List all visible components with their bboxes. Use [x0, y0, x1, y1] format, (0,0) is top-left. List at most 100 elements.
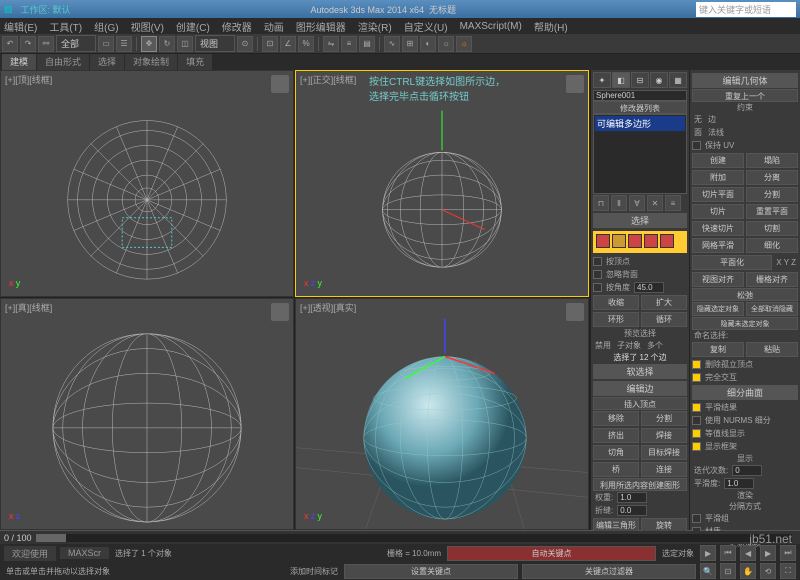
show-cage-check[interactable] — [692, 442, 701, 451]
soft-sel-header[interactable]: 软选择 — [593, 364, 687, 379]
redo-icon[interactable]: ↷ — [20, 36, 36, 52]
viewport-top[interactable]: [+][顶][线框] x y — [0, 70, 294, 297]
zoom-icon[interactable]: 🔍 — [700, 563, 716, 579]
paste-button[interactable]: 粘贴 — [746, 342, 798, 357]
element-mode-icon[interactable] — [660, 234, 674, 248]
keyfilter-button[interactable]: 关键点过滤器 — [522, 564, 696, 579]
reset-plane-button[interactable]: 重置平面 — [746, 204, 798, 219]
loop-button[interactable]: 循环 — [641, 312, 687, 327]
vertex-mode-icon[interactable] — [596, 234, 610, 248]
smooth-spinner[interactable]: 1.0 — [724, 478, 754, 489]
pin-stack-icon[interactable]: ⊓ — [593, 195, 609, 211]
config-icon[interactable]: ≡ — [665, 195, 681, 211]
menu-animation[interactable]: 动画 — [264, 19, 284, 34]
border-mode-icon[interactable] — [628, 234, 642, 248]
split2-button[interactable]: 分割 — [746, 187, 798, 202]
menu-modifiers[interactable]: 修改器 — [222, 19, 252, 34]
selection-filter-dropdown[interactable]: 全部 — [56, 35, 96, 52]
menu-tools[interactable]: 工具(T) — [49, 19, 82, 34]
insert-vertex-button[interactable]: 插入顶点 — [593, 397, 687, 410]
render-icon[interactable]: ☼ — [456, 36, 472, 52]
by-angle-check[interactable] — [593, 283, 602, 292]
angle-snap-icon[interactable]: ∠ — [280, 36, 296, 52]
full-interact-check[interactable] — [692, 373, 701, 382]
grow-button[interactable]: 扩大 — [641, 295, 687, 310]
crease-spinner[interactable]: 0.0 — [617, 505, 647, 516]
refcoord-dropdown[interactable]: 视图 — [195, 35, 235, 52]
create-button[interactable]: 创建 — [692, 153, 744, 168]
by-vertex-check[interactable] — [593, 257, 602, 266]
maxscript-tab[interactable]: MAXScr — [60, 547, 109, 559]
target-weld-button[interactable]: 目标焊接 — [641, 445, 687, 460]
select-name-icon[interactable]: ☰ — [116, 36, 132, 52]
layer-icon[interactable]: ▤ — [359, 36, 375, 52]
menu-help[interactable]: 帮助(H) — [534, 19, 568, 34]
quickslice-button[interactable]: 快速切片 — [692, 221, 744, 236]
menu-edit[interactable]: 编辑(E) — [4, 19, 37, 34]
time-tag[interactable]: 添加时间标记 — [288, 566, 340, 577]
relax-button[interactable]: 松弛 — [692, 288, 798, 301]
unique-icon[interactable]: ∀ — [629, 195, 645, 211]
tab-populate[interactable]: 填充 — [178, 54, 212, 70]
tab-create-icon[interactable]: ✦ — [593, 72, 611, 88]
subdiv-header[interactable]: 细分曲面 — [692, 385, 798, 400]
tab-hierarchy-icon[interactable]: ⊟ — [631, 72, 649, 88]
smooth-result-check[interactable] — [692, 403, 701, 412]
extrude-button[interactable]: 挤出 — [593, 428, 639, 443]
pivot-icon[interactable]: ⊙ — [237, 36, 253, 52]
viewport-front[interactable]: [+][真][线框] x z — [0, 298, 294, 530]
weld-button[interactable]: 焊接 — [641, 428, 687, 443]
orbit-icon[interactable]: ⟲ — [760, 563, 776, 579]
unhide-all-button[interactable]: 全部取消隐藏 — [746, 302, 798, 316]
iter-spinner[interactable]: 0 — [732, 465, 762, 476]
split-button[interactable]: 分割 — [641, 411, 687, 426]
smooth-groups-check[interactable] — [692, 514, 701, 523]
tab-freeform[interactable]: 自由形式 — [37, 54, 89, 70]
modifier-stack[interactable]: 可编辑多边形 — [593, 114, 687, 194]
search-input[interactable]: 键入关键字或短语 — [696, 2, 796, 17]
edit-edges-header[interactable]: 编辑边 — [593, 381, 687, 396]
attach-button[interactable]: 附加 — [692, 170, 744, 185]
link-icon[interactable]: ⚯ — [38, 36, 54, 52]
time-slider[interactable] — [36, 534, 792, 542]
menu-customize[interactable]: 自定义(U) — [404, 19, 448, 34]
material-editor-icon[interactable]: ◐ — [420, 36, 436, 52]
menu-view[interactable]: 视图(V) — [131, 19, 164, 34]
timeline[interactable]: 0 / 100 — [0, 531, 800, 544]
zoom-all-icon[interactable]: ⊡ — [720, 563, 736, 579]
edit-geo-header[interactable]: 编辑几何体 — [692, 73, 798, 88]
menu-render[interactable]: 渲染(R) — [358, 19, 392, 34]
goto-end-icon[interactable]: ⏭ — [780, 545, 796, 561]
hide-sel-button[interactable]: 隐藏选定对象 — [692, 302, 744, 316]
selection-rollout-header[interactable]: 选择 — [593, 213, 687, 228]
bridge-button[interactable]: 桥 — [593, 462, 639, 477]
poly-mode-icon[interactable] — [644, 234, 658, 248]
menu-create[interactable]: 创建(C) — [176, 19, 210, 34]
grid-align-button[interactable]: 栅格对齐 — [746, 272, 798, 287]
autokey-button[interactable]: 自动关键点 — [447, 546, 656, 561]
render-setup-icon[interactable]: ☼ — [438, 36, 454, 52]
mirror-icon[interactable]: ⇋ — [323, 36, 339, 52]
stack-editable-poly[interactable]: 可编辑多边形 — [595, 116, 685, 131]
del-iso-check[interactable] — [692, 360, 701, 369]
ignore-backface-check[interactable] — [593, 270, 602, 279]
angle-spinner[interactable]: 45.0 — [634, 282, 664, 293]
xyz-buttons[interactable]: X Y Z — [774, 258, 798, 267]
view-align-button[interactable]: 视图对齐 — [692, 272, 744, 287]
nurms-check[interactable] — [692, 416, 701, 425]
modifier-list-dropdown[interactable]: 修改器列表 — [593, 101, 687, 114]
chamfer-button[interactable]: 切角 — [593, 445, 639, 460]
setkey-button[interactable]: 设置关键点 — [344, 564, 518, 579]
tab-selection[interactable]: 选择 — [90, 54, 124, 70]
slice-button[interactable]: 切片 — [692, 204, 744, 219]
play-icon[interactable]: ▶ — [700, 545, 716, 561]
tab-modify-icon[interactable]: ◧ — [612, 72, 630, 88]
next-frame-icon[interactable]: ▶ — [760, 545, 776, 561]
menu-maxscript[interactable]: MAXScript(M) — [460, 21, 522, 32]
viewport-perspective[interactable]: [+][透视][真实] x z y — [295, 298, 589, 530]
undo-icon[interactable]: ↶ — [2, 36, 18, 52]
remove-button[interactable]: 移除 — [593, 411, 639, 426]
scale-icon[interactable]: ◫ — [177, 36, 193, 52]
maximize-vp-icon[interactable]: ⛶ — [780, 563, 796, 579]
repeat-last-button[interactable]: 重复上一个 — [692, 89, 798, 102]
